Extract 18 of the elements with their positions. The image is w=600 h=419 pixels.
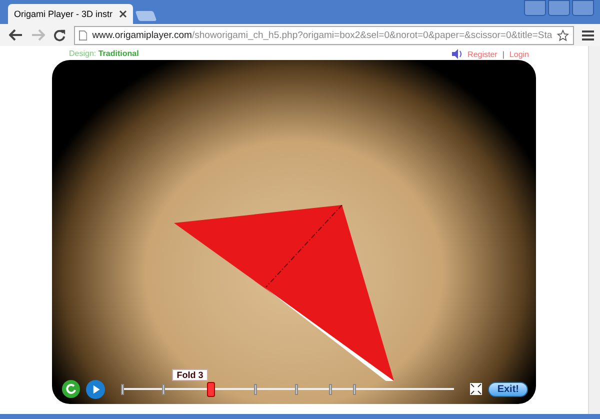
link-separator: | — [502, 50, 504, 58]
play-icon[interactable] — [86, 380, 105, 398]
scrollbar[interactable] — [588, 46, 600, 414]
browser-tab[interactable]: Origami Player - 3D instr — [8, 4, 133, 24]
reload-icon[interactable] — [53, 28, 66, 42]
speaker-icon[interactable] — [452, 49, 463, 59]
address-bar[interactable]: www.origamiplayer.com/showorigami_ch_h5.php?origami=box2&sel=0&norot=0&paper=&scissor=0&title=Sta — [74, 26, 574, 44]
step-label: Fold 3 — [172, 368, 208, 380]
star-icon[interactable] — [557, 28, 569, 42]
replay-icon[interactable] — [62, 380, 80, 398]
back-icon[interactable] — [9, 29, 23, 41]
slider-thumb[interactable] — [206, 382, 215, 396]
exit-button[interactable]: Exit! — [488, 382, 528, 396]
design-credit: Design: Traditional — [69, 49, 139, 59]
fullscreen-icon[interactable] — [470, 383, 482, 395]
page-icon — [79, 30, 88, 40]
close-icon[interactable] — [118, 10, 127, 18]
menu-icon[interactable] — [582, 30, 594, 40]
